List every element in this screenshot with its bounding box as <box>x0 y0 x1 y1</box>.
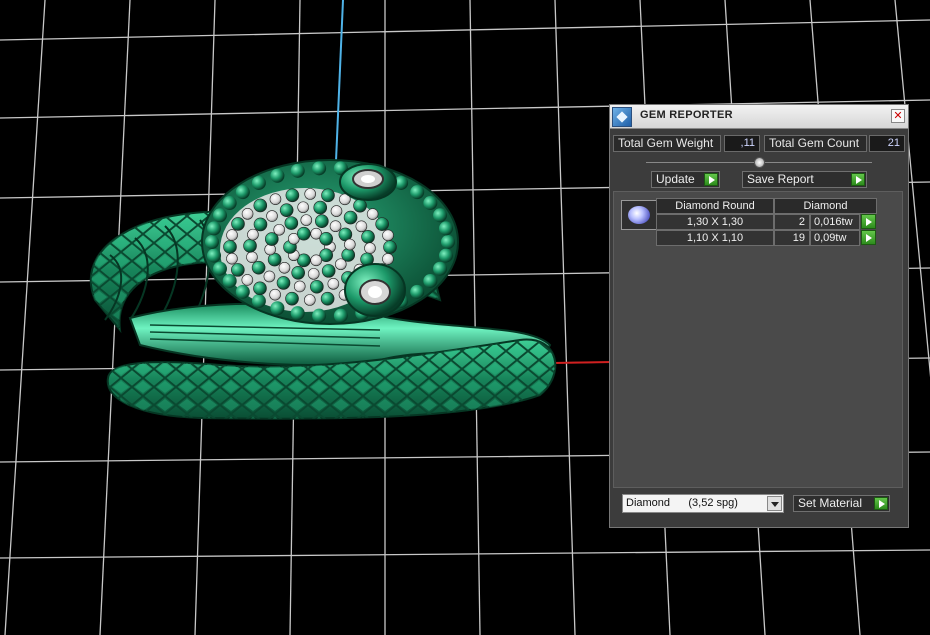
gem-weight-cell: 0,016tw <box>810 214 860 230</box>
close-button[interactable]: ✕ <box>891 109 905 123</box>
update-button-label: Update <box>656 172 695 186</box>
set-material-button-label: Set Material <box>798 496 863 510</box>
chevron-down-icon[interactable] <box>767 496 782 511</box>
gem-count-cell: 19 <box>774 230 810 246</box>
set-material-button[interactable]: Set Material <box>793 495 890 512</box>
total-gem-weight-value: ,11 <box>724 135 760 152</box>
gem-count-cell: 2 <box>774 214 810 230</box>
gem-size-cell: 1,30 X 1,30 <box>656 214 774 230</box>
play-icon <box>704 173 718 186</box>
material-select-value: Diamond (3,52 spg) <box>626 497 738 509</box>
gem-list: Diamond Round Diamond 1,30 X 1,30 2 0,01… <box>613 191 903 488</box>
play-icon <box>874 497 888 510</box>
panel-titlebar[interactable]: GEM REPORTER ✕ <box>610 105 908 129</box>
splitter-handle[interactable] <box>754 157 765 168</box>
diamond-icon[interactable] <box>621 200 657 230</box>
gem-size-cell: 1,10 X 1,10 <box>656 230 774 246</box>
total-gem-count-value: 21 <box>869 135 905 152</box>
material-header: Diamond <box>774 198 877 214</box>
total-gem-weight-label: Total Gem Weight <box>613 135 721 152</box>
total-gem-count-label: Total Gem Count <box>764 135 867 152</box>
gem-reporter-icon <box>612 107 632 127</box>
gem-weight-cell: 0,09tw <box>810 230 860 246</box>
play-icon[interactable] <box>861 214 876 229</box>
play-icon[interactable] <box>861 230 876 245</box>
material-select[interactable]: Diamond (3,52 spg) <box>622 494 784 513</box>
gem-type-header: Diamond Round <box>656 198 774 214</box>
save-report-button-label: Save Report <box>747 172 814 186</box>
update-button[interactable]: Update <box>651 171 720 188</box>
panel-title: GEM REPORTER <box>640 109 733 121</box>
gem-reporter-panel: GEM REPORTER ✕ Total Gem Weight ,11 Tota… <box>609 104 909 528</box>
save-report-button[interactable]: Save Report <box>742 171 867 188</box>
play-icon <box>851 173 865 186</box>
